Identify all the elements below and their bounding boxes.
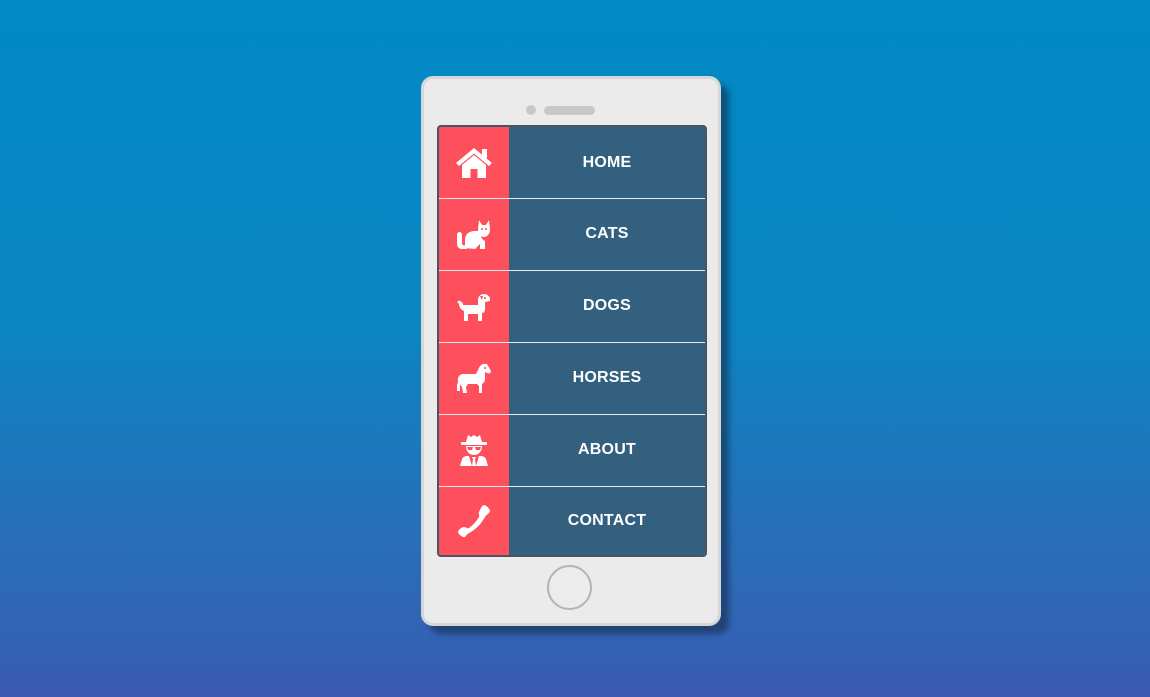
- menu-icon-cell: [439, 198, 509, 270]
- dog-icon: [457, 294, 490, 321]
- menu-item-dogs[interactable]: DOGS: [439, 270, 705, 342]
- menu-label-home: HOME: [582, 153, 632, 171]
- menu-item-contact[interactable]: CONTACT: [439, 486, 705, 555]
- menu-label-about: ABOUT: [578, 441, 636, 458]
- phone-icon: [458, 504, 490, 537]
- user-secret-icon: [460, 435, 488, 466]
- menu-label-horses: HORSES: [572, 369, 642, 386]
- menu-item-cats[interactable]: CATS: [439, 198, 705, 270]
- menu-icon-cell: [439, 486, 509, 555]
- menu-label-dogs: DOGS: [583, 297, 631, 314]
- home-button[interactable]: [547, 565, 592, 610]
- menu-item-home[interactable]: HOME: [439, 127, 705, 198]
- menu-item-about[interactable]: ABOUT: [439, 414, 705, 486]
- cat-icon: [457, 220, 490, 249]
- phone-mockup: HOME CATS DOGS HORSES ABOUT CONTACT: [421, 76, 721, 626]
- menu-icon-cell: [439, 270, 509, 342]
- earpiece-speaker: [544, 106, 595, 115]
- horse-icon: [457, 363, 491, 393]
- home-icon: [456, 147, 492, 178]
- menu-label-contact: CONTACT: [567, 511, 647, 529]
- menu-item-horses[interactable]: HORSES: [439, 342, 705, 414]
- nav-menu: HOME CATS DOGS HORSES ABOUT CONTACT: [439, 127, 705, 555]
- menu-icon-cell: [439, 342, 509, 414]
- front-camera: [526, 105, 536, 115]
- phone-screen: HOME CATS DOGS HORSES ABOUT CONTACT: [437, 125, 707, 557]
- menu-label-cats: CATS: [585, 225, 629, 242]
- menu-icon-cell: [439, 414, 509, 486]
- menu-icon-cell: [439, 127, 509, 198]
